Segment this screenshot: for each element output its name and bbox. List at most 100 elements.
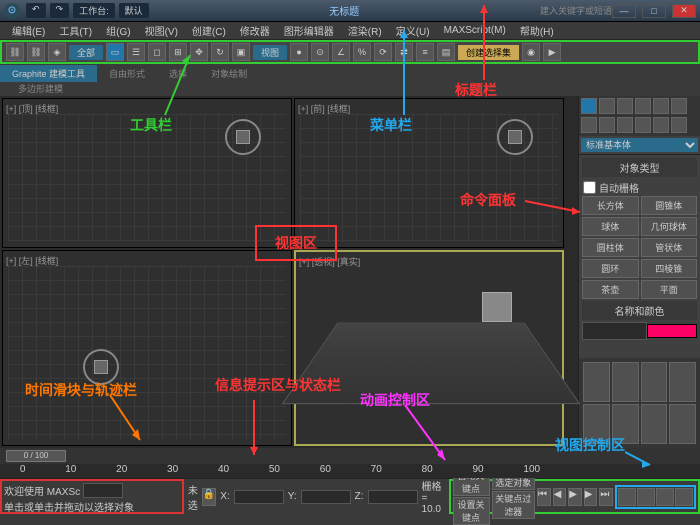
align-icon[interactable]: ≡ [416, 43, 434, 61]
object-name-input[interactable] [582, 322, 647, 340]
cat-camera-icon[interactable] [635, 117, 651, 133]
viewport-front[interactable]: [+] [前] [线框] [294, 98, 564, 248]
unlink-icon[interactable]: ⛓ [27, 43, 45, 61]
autogrid-checkbox[interactable] [583, 181, 596, 194]
next-frame-icon[interactable]: ▶ [584, 488, 598, 506]
motion-tab-icon[interactable] [635, 98, 651, 114]
ribbon-tab-graphite[interactable]: Graphite 建模工具 [0, 65, 97, 82]
menu-create[interactable]: 创建(C) [186, 23, 232, 38]
menu-group[interactable]: 组(G) [100, 23, 136, 38]
nav-btn[interactable] [669, 362, 696, 402]
time-slider[interactable]: 0 / 100 [0, 448, 700, 464]
link-icon[interactable]: ⛓ [6, 43, 24, 61]
hierarchy-tab-icon[interactable] [617, 98, 633, 114]
nav-btn[interactable] [612, 404, 639, 444]
minimize-button[interactable]: — [612, 4, 636, 18]
btn-plane[interactable]: 平面 [641, 280, 698, 299]
material-icon[interactable]: ◉ [522, 43, 540, 61]
goto-end-icon[interactable]: ⏭ [599, 488, 613, 506]
named-selset-dropdown[interactable]: 创建选择集 [458, 45, 519, 60]
spinner-snap-icon[interactable]: ⟳ [374, 43, 392, 61]
bind-icon[interactable]: ◈ [48, 43, 66, 61]
nav-btn[interactable] [669, 404, 696, 444]
display-tab-icon[interactable] [653, 98, 669, 114]
btn-torus[interactable]: 圆环 [582, 259, 639, 278]
track-bar[interactable]: 0102030405060708090100 [0, 464, 700, 478]
maximize-button[interactable]: □ [642, 4, 666, 18]
menu-render[interactable]: 渲染(R) [342, 23, 388, 38]
angle-snap-icon[interactable]: ∠ [332, 43, 350, 61]
menu-grapheditor[interactable]: 图形编辑器 [278, 23, 340, 38]
workspace-dropdown[interactable]: 默认 [119, 3, 149, 18]
cat-shape-icon[interactable] [599, 117, 615, 133]
play-icon[interactable]: ▶ [568, 488, 582, 506]
btn-teapot[interactable]: 茶壶 [582, 280, 639, 299]
viewcube-icon[interactable] [83, 349, 119, 385]
create-tab-icon[interactable] [581, 98, 597, 114]
ribbon-tab-objpaint[interactable]: 对象绘制 [199, 65, 259, 82]
btn-tube[interactable]: 管状体 [641, 238, 698, 257]
percent-snap-icon[interactable]: % [353, 43, 371, 61]
menu-tools[interactable]: 工具(T) [53, 23, 98, 38]
primitive-dropdown[interactable]: 标准基本体 [581, 138, 698, 152]
menu-custom[interactable]: 定义(U) [390, 23, 436, 38]
ribbon-sub-poly[interactable]: 多边形建模 [6, 82, 75, 96]
utilities-tab-icon[interactable] [671, 98, 687, 114]
selection-filter-dropdown[interactable]: 全部 [69, 45, 103, 60]
btn-geosphere[interactable]: 几何球体 [641, 217, 698, 236]
menu-help[interactable]: 帮助(H) [514, 23, 560, 38]
btn-cylinder[interactable]: 圆柱体 [582, 238, 639, 257]
modify-tab-icon[interactable] [599, 98, 615, 114]
rotate-icon[interactable]: ↻ [211, 43, 229, 61]
nav-btn[interactable] [641, 404, 668, 444]
orbit-icon[interactable] [656, 488, 674, 506]
btn-cone[interactable]: 圆锥体 [641, 196, 698, 215]
time-slider-handle[interactable]: 0 / 100 [6, 450, 66, 462]
keyfilter-button[interactable]: 关键点过滤器 [492, 491, 536, 519]
setkey-button[interactable]: 设置关键点 [453, 497, 490, 525]
lock-icon[interactable]: 🔒 [202, 488, 216, 506]
select-name-icon[interactable]: ☰ [127, 43, 145, 61]
viewport-top[interactable]: [+] [顶] [线框] [2, 98, 292, 248]
pivot-icon[interactable]: ● [290, 43, 308, 61]
nav-btn[interactable] [583, 362, 610, 402]
scale-icon[interactable]: ▣ [232, 43, 250, 61]
ribbon-tab-freeform[interactable]: 自由形式 [97, 65, 157, 82]
viewcube-icon[interactable] [225, 119, 261, 155]
menu-view[interactable]: 视图(V) [139, 23, 184, 38]
undo-chip[interactable]: ↶ [26, 3, 46, 18]
cat-geom-icon[interactable] [581, 117, 597, 133]
viewport-label-persp[interactable]: [+] [透视] [真实] [299, 255, 360, 268]
prev-frame-icon[interactable]: ◀ [553, 488, 567, 506]
menu-modifiers[interactable]: 修改器 [234, 23, 276, 38]
render-icon[interactable]: ▶ [543, 43, 561, 61]
btn-sphere[interactable]: 球体 [582, 217, 639, 236]
btn-pyramid[interactable]: 四棱锥 [641, 259, 698, 278]
cat-helper-icon[interactable] [653, 117, 669, 133]
refcoord-dropdown[interactable]: 视图 [253, 45, 287, 60]
nav-btn[interactable] [641, 362, 668, 402]
goto-start-icon[interactable]: ⏮ [537, 488, 551, 506]
maxscript-input[interactable] [83, 483, 123, 498]
layers-icon[interactable]: ▤ [437, 43, 455, 61]
zoom-icon[interactable] [618, 488, 636, 506]
viewcube-icon[interactable] [482, 292, 512, 322]
viewcube-icon[interactable] [497, 119, 533, 155]
nav-btn[interactable] [583, 404, 610, 444]
snap-icon[interactable]: ⊙ [311, 43, 329, 61]
z-input[interactable] [368, 490, 418, 504]
btn-box[interactable]: 长方体 [582, 196, 639, 215]
y-input[interactable] [301, 490, 351, 504]
close-button[interactable]: ✕ [672, 4, 696, 18]
nav-btn[interactable] [612, 362, 639, 402]
cat-light-icon[interactable] [617, 117, 633, 133]
menu-edit[interactable]: 编辑(E) [6, 23, 51, 38]
color-swatch[interactable] [647, 324, 697, 338]
maximize-vp-icon[interactable] [675, 488, 693, 506]
pan-icon[interactable] [637, 488, 655, 506]
select-icon[interactable]: ▭ [106, 43, 124, 61]
menu-maxscript[interactable]: MAXScript(M) [438, 25, 512, 36]
cat-space-icon[interactable] [671, 117, 687, 133]
x-input[interactable] [234, 490, 284, 504]
redo-chip[interactable]: ↷ [50, 3, 70, 18]
